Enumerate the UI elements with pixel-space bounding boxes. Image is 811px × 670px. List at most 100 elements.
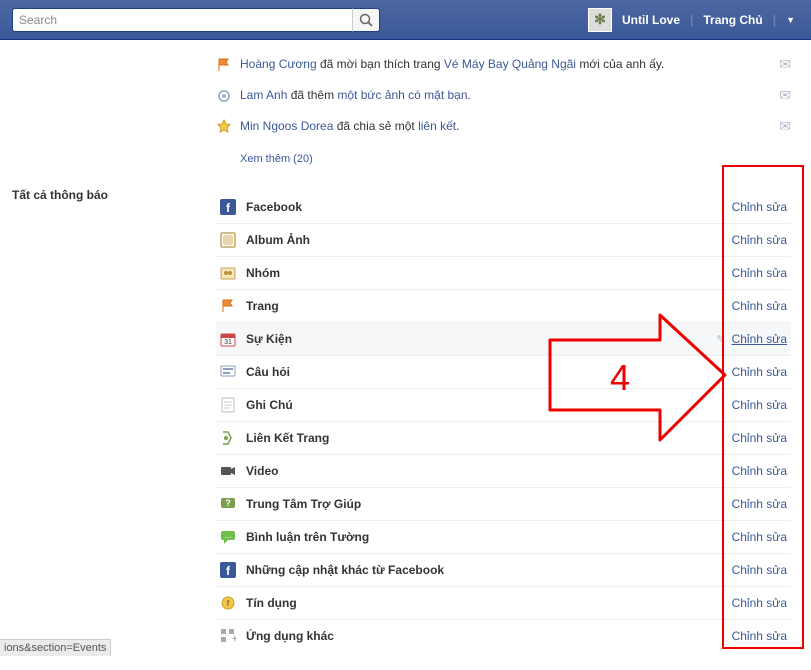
video-icon xyxy=(220,463,236,479)
main-column: Hoàng Cương đã mời bạn thích trang Vé Má… xyxy=(210,46,811,652)
cal-icon: 31 xyxy=(220,331,236,347)
separator-icon: | xyxy=(773,13,776,27)
comment-icon: … xyxy=(220,529,236,545)
account-menu-caret[interactable]: ▼ xyxy=(782,15,799,25)
edit-link[interactable]: Chỉnh sửa xyxy=(732,464,787,478)
section-title: Tất cả thông báo xyxy=(12,188,198,202)
edit-link[interactable]: Chỉnh sửa xyxy=(732,431,787,445)
setting-title: Trung Tâm Trợ Giúp xyxy=(246,497,732,511)
edit-link[interactable]: Chỉnh sửa xyxy=(732,629,787,643)
setting-title: Trang xyxy=(246,299,732,313)
notification-actor-link[interactable]: Lam Anh xyxy=(240,88,287,102)
setting-title: Nhóm xyxy=(246,266,732,280)
setting-row[interactable]: TrangChỉnh sửa xyxy=(216,289,791,322)
note-icon xyxy=(220,397,236,413)
setting-row[interactable]: VideoChỉnh sửa xyxy=(216,454,791,487)
search-icon xyxy=(358,12,374,28)
setting-title: Ghi Chú xyxy=(246,398,732,412)
gear-icon xyxy=(216,88,232,104)
search-button[interactable] xyxy=(352,8,380,32)
question-icon xyxy=(220,364,236,380)
setting-title: Những cập nhật khác từ Facebook xyxy=(246,563,732,577)
svg-text:31: 31 xyxy=(224,339,232,346)
notification-text: Hoàng Cương đã mời bạn thích trang Vé Má… xyxy=(240,56,771,72)
notification-actor-link[interactable]: Min Ngoos Dorea xyxy=(240,119,333,133)
edit-link[interactable]: Chỉnh sửa xyxy=(732,365,787,379)
topbar-right: ✻ Until Love | Trang Chủ | ▼ xyxy=(588,8,799,32)
setting-row[interactable]: … Bình luận trên TườngChỉnh sửa xyxy=(216,520,791,553)
envelope-icon[interactable]: ✉ xyxy=(779,56,791,73)
edit-link[interactable]: Chỉnh sửa xyxy=(732,332,787,346)
edit-link[interactable]: Chỉnh sửa xyxy=(732,266,787,280)
fb-icon: f xyxy=(220,199,236,215)
flag-icon xyxy=(216,57,232,73)
link-icon xyxy=(220,430,236,446)
setting-row[interactable]: + Ứng dụng khácChỉnh sửa xyxy=(216,619,791,652)
notification-target-link[interactable]: Vé Máy Bay Quảng Ngãi xyxy=(444,57,576,71)
home-link[interactable]: Trang Chủ xyxy=(699,13,766,27)
edit-link[interactable]: Chỉnh sửa xyxy=(732,299,787,313)
envelope-icon[interactable]: ✉ xyxy=(779,87,791,104)
setting-title: Album Ảnh xyxy=(246,233,732,247)
notification-actor-link[interactable]: Hoàng Cương xyxy=(240,57,317,71)
edit-link[interactable]: Chỉnh sửa xyxy=(732,200,787,214)
setting-title: Câu hỏi xyxy=(246,365,732,379)
notification-row: Hoàng Cương đã mời bạn thích trang Vé Má… xyxy=(216,52,791,83)
edit-link[interactable]: Chỉnh sửa xyxy=(732,530,787,544)
setting-title: Liên Kết Trang xyxy=(246,431,732,445)
notifications-list: Hoàng Cương đã mời bạn thích trang Vé Má… xyxy=(216,52,791,145)
notification-row: Min Ngoos Dorea đã chia sẻ một liên kết.… xyxy=(216,114,791,145)
see-more-row: Xem thêm (20) xyxy=(216,145,791,181)
avatar[interactable]: ✻ xyxy=(588,8,612,32)
notification-target-link[interactable]: một bức ảnh có mặt bạn xyxy=(337,88,467,102)
svg-text:+: + xyxy=(232,634,236,644)
search-wrap xyxy=(12,8,380,32)
setting-row[interactable]: 31 Sự Kiện✎ Chỉnh sửa xyxy=(216,322,791,355)
fb-icon: f xyxy=(220,562,236,578)
setting-row[interactable]: Album ẢnhChỉnh sửa xyxy=(216,223,791,256)
settings-list: fFacebookChỉnh sửaAlbum ẢnhChỉnh sửaNhóm… xyxy=(216,191,791,652)
setting-title: Facebook xyxy=(246,200,732,214)
left-column: Tất cả thông báo xyxy=(0,46,210,652)
pencil-icon: ✎ xyxy=(716,333,725,346)
notification-row: Lam Anh đã thêm một bức ảnh có mặt bạn. ✉ xyxy=(216,83,791,114)
search-input[interactable] xyxy=(12,8,352,32)
setting-row[interactable]: f Tín dụngChỉnh sửa xyxy=(216,586,791,619)
edit-link[interactable]: Chỉnh sửa xyxy=(732,497,787,511)
setting-row[interactable]: Ghi ChúChỉnh sửa xyxy=(216,388,791,421)
help-icon: ? xyxy=(220,496,236,512)
envelope-icon[interactable]: ✉ xyxy=(779,118,791,135)
edit-link[interactable]: Chỉnh sửa xyxy=(732,596,787,610)
setting-row[interactable]: f FacebookChỉnh sửa xyxy=(216,191,791,223)
setting-row[interactable]: f Những cập nhật khác từ FacebookChỉnh sử… xyxy=(216,553,791,586)
star-icon xyxy=(216,119,232,135)
topbar: ✻ Until Love | Trang Chủ | ▼ xyxy=(0,0,811,40)
setting-title: Video xyxy=(246,464,732,478)
notification-text: Min Ngoos Dorea đã chia sẻ một liên kết. xyxy=(240,118,771,134)
edit-link[interactable]: Chỉnh sửa xyxy=(732,398,787,412)
apps-icon: + xyxy=(220,628,236,644)
setting-title: Sự Kiện xyxy=(246,332,716,346)
notification-target-link[interactable]: liên kết xyxy=(418,119,456,133)
flag-icon xyxy=(220,298,236,314)
credit-icon: f xyxy=(220,595,236,611)
setting-row[interactable]: Câu hỏiChỉnh sửa xyxy=(216,355,791,388)
setting-row[interactable]: NhómChỉnh sửa xyxy=(216,256,791,289)
setting-title: Tín dụng xyxy=(246,596,732,610)
user-name-link[interactable]: Until Love xyxy=(618,13,684,27)
separator-icon: | xyxy=(690,13,693,27)
edit-link[interactable]: Chỉnh sửa xyxy=(732,563,787,577)
svg-text:f: f xyxy=(227,599,230,608)
see-more-link[interactable]: Xem thêm (20) xyxy=(240,153,313,165)
group-icon xyxy=(220,265,236,281)
setting-row[interactable]: ? Trung Tâm Trợ GiúpChỉnh sửa xyxy=(216,487,791,520)
notification-text: Lam Anh đã thêm một bức ảnh có mặt bạn. xyxy=(240,87,771,103)
status-bar-fragment: ions&section=Events xyxy=(0,639,111,656)
setting-row[interactable]: Liên Kết TrangChỉnh sửa xyxy=(216,421,791,454)
svg-text:?: ? xyxy=(225,498,231,508)
edit-link[interactable]: Chỉnh sửa xyxy=(732,233,787,247)
svg-text:…: … xyxy=(224,531,232,540)
setting-title: Bình luận trên Tường xyxy=(246,530,732,544)
setting-title: Ứng dụng khác xyxy=(246,629,732,643)
photo-icon xyxy=(220,232,236,248)
